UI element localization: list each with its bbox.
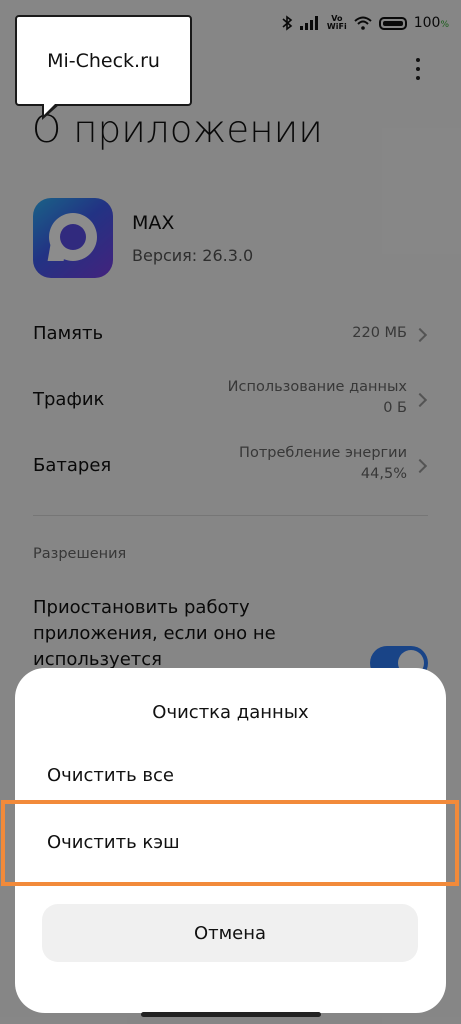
home-indicator[interactable] <box>141 1012 321 1017</box>
watermark-text: Mi-Check.ru <box>47 49 160 72</box>
watermark-bubble: Mi-Check.ru <box>15 15 192 106</box>
dialog-title: Очистка данных <box>152 702 309 723</box>
clear-all-option[interactable]: Очистить все <box>47 765 174 786</box>
highlight-frame <box>1 800 459 886</box>
cancel-button[interactable]: Отмена <box>42 904 418 962</box>
watermark-tail-fill <box>44 102 57 115</box>
